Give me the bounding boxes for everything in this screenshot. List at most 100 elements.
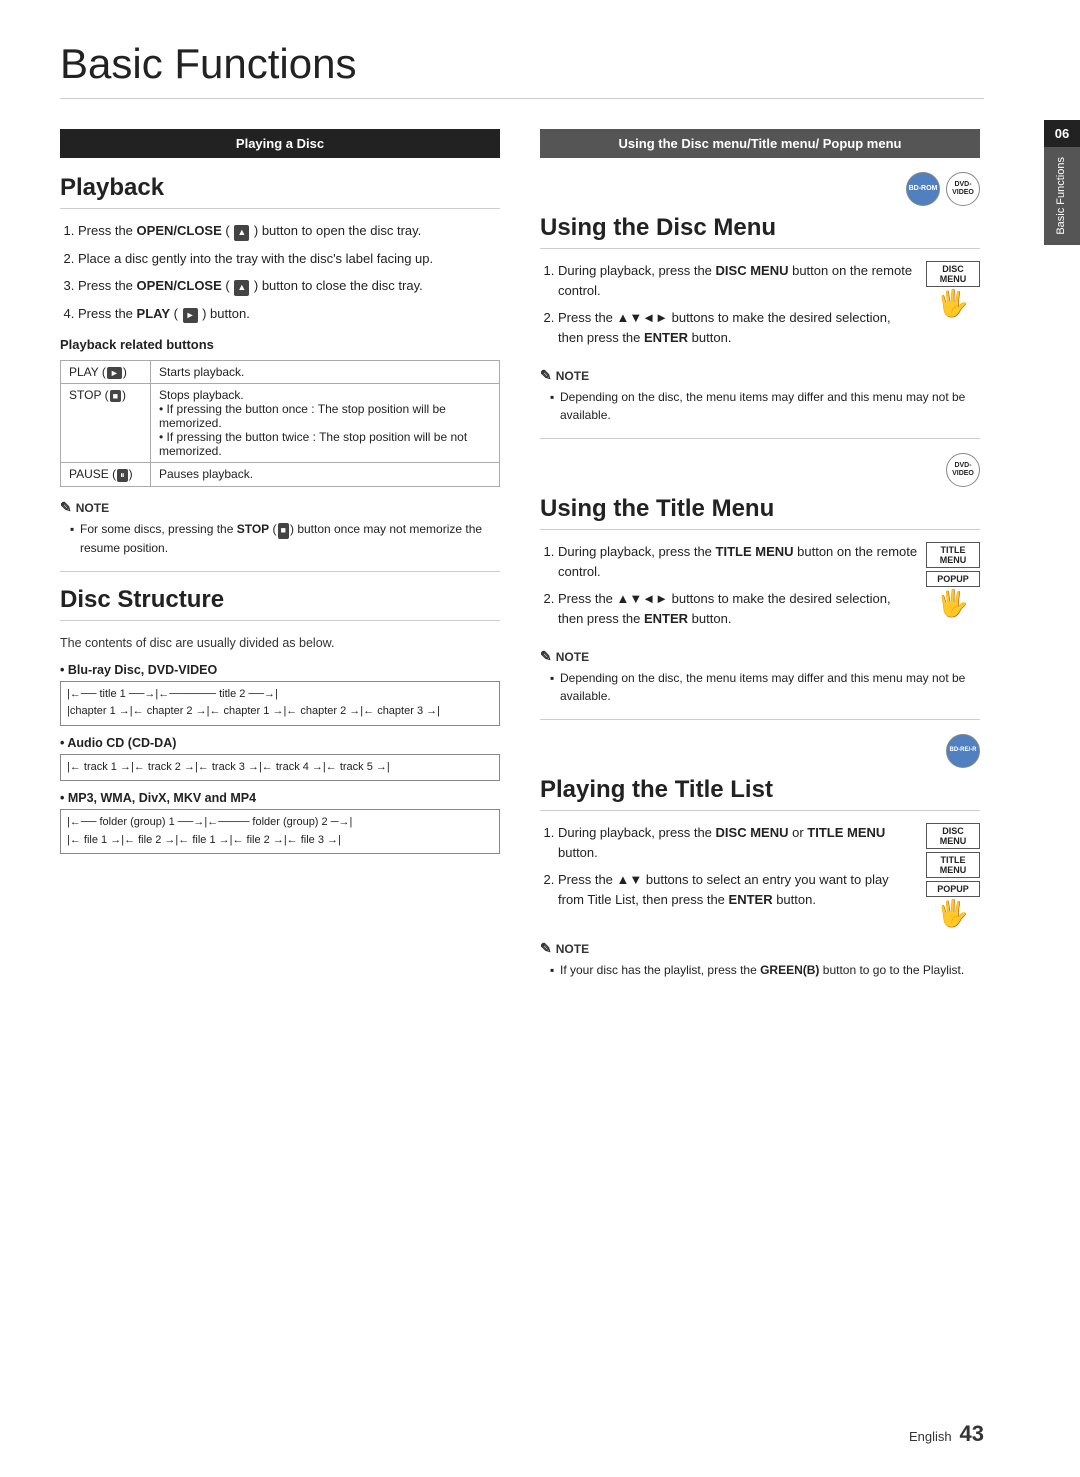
- title-menu-note-list: Depending on the disc, the menu items ma…: [540, 669, 980, 705]
- disc-icons-disc-menu: BD-ROM DVD-VIDEO: [540, 172, 980, 206]
- two-col-layout: Playing a Disc Playback Press the OPEN/C…: [60, 129, 984, 989]
- disc-menu-btn-label: DISC MENU: [926, 261, 980, 287]
- bluray-diagram: |←── title 1 ──→|←────── title 2 ──→| |c…: [60, 681, 500, 726]
- title-list-step-2: Press the ▲▼ buttons to select an entry …: [558, 870, 918, 909]
- disc-structure-section: Disc Structure The contents of disc are …: [60, 586, 500, 855]
- disc-menu-note: ✎ NOTE Depending on the disc, the menu i…: [540, 367, 980, 424]
- audiocd-diagram-row: |← track 1 →|← track 2 →|← track 3 →|← t…: [67, 759, 493, 777]
- footer: English 43: [0, 1421, 1044, 1447]
- disc-menu-step-2: Press the ▲▼◄► buttons to make the desir…: [558, 308, 918, 347]
- dvdvideo-icon: DVD-VIDEO: [946, 172, 980, 206]
- title-list-content: During playback, press the DISC MENU or …: [540, 823, 980, 930]
- disc-menu-title: Using the Disc Menu: [540, 214, 980, 249]
- title-list-note-pencil-icon: ✎: [540, 940, 552, 957]
- play-desc-cell: Starts playback.: [151, 361, 500, 384]
- title-list-steps: During playback, press the DISC MENU or …: [540, 823, 918, 909]
- title-list-step-1: During playback, press the DISC MENU or …: [558, 823, 918, 862]
- page-container: 06 Basic Functions Basic Functions Playi…: [0, 0, 1080, 1477]
- playback-note: ✎ NOTE For some discs, pressing the STOP…: [60, 499, 500, 557]
- disc-menu-steps-wrap: During playback, press the DISC MENU but…: [540, 261, 918, 357]
- disc-menu-note-item-1: Depending on the disc, the menu items ma…: [550, 388, 980, 424]
- title-menu-step-1: During playback, press the TITLE MENU bu…: [558, 542, 918, 581]
- title-menu-note-title: ✎ NOTE: [540, 648, 980, 665]
- disc-icons-title-menu: DVD-VIDEO: [540, 453, 980, 487]
- disc-icons-title-list: BD-RE/-R: [540, 734, 980, 768]
- title-list-note-item-1: If your disc has the playlist, press the…: [550, 961, 980, 979]
- playing-disc-header: Playing a Disc: [60, 129, 500, 158]
- stop-button-cell: STOP (■): [61, 384, 151, 463]
- disc-menu-remote: DISC MENU 🖐: [926, 261, 980, 353]
- bluray-diagram-row1: |←── title 1 ──→|←────── title 2 ──→|: [67, 686, 493, 704]
- divider-2: [540, 438, 980, 439]
- title-menu-note-item-1: Depending on the disc, the menu items ma…: [550, 669, 980, 705]
- disc-menu-section: BD-ROM DVD-VIDEO Using the Disc Menu Dur…: [540, 172, 980, 424]
- disc-structure-title: Disc Structure: [60, 586, 500, 621]
- footer-page-info: English 43: [909, 1421, 984, 1447]
- bdrom-icon: BD-ROM: [906, 172, 940, 206]
- mp3-diagram: |←── folder (group) 1 ──→|←──── folder (…: [60, 809, 500, 854]
- title-list-section: BD-RE/-R Playing the Title List During p…: [540, 734, 980, 979]
- title-list-popup-label: POPUP: [926, 881, 980, 897]
- title-menu-step-2: Press the ▲▼◄► buttons to make the desir…: [558, 589, 918, 628]
- title-list-note-label: NOTE: [556, 942, 589, 956]
- table-row-pause: PAUSE (⏸) Pauses playback.: [61, 463, 500, 487]
- title-list-note-list: If your disc has the playlist, press the…: [540, 961, 980, 979]
- title-menu-steps: During playback, press the TITLE MENU bu…: [540, 542, 918, 628]
- playback-note-item-1: For some discs, pressing the STOP (■) bu…: [70, 520, 500, 557]
- disc-menu-steps: During playback, press the DISC MENU but…: [540, 261, 918, 347]
- audiocd-diagram: |← track 1 →|← track 2 →|← track 3 →|← t…: [60, 754, 500, 782]
- bluray-diagram-row2: |chapter 1 →|← chapter 2 →|← chapter 1 →…: [67, 703, 493, 721]
- table-row-stop: STOP (■) Stops playback. If pressing the…: [61, 384, 500, 463]
- popup-btn-label: POPUP: [926, 571, 980, 587]
- playback-step-1: Press the OPEN/CLOSE ( ▲ ) button to ope…: [78, 221, 500, 241]
- title-menu-steps-wrap: During playback, press the TITLE MENU bu…: [540, 542, 918, 638]
- note-pencil-icon: ✎: [60, 499, 72, 516]
- buttons-subtitle: Playback related buttons: [60, 337, 500, 352]
- title-list-hand-icon: 🖐: [937, 900, 969, 926]
- playback-note-list: For some discs, pressing the STOP (■) bu…: [60, 520, 500, 557]
- footer-page-number: 43: [960, 1421, 984, 1446]
- title-list-disc-menu-label: DISC MENU: [926, 823, 980, 849]
- pause-button-cell: PAUSE (⏸): [61, 463, 151, 487]
- stop-desc-item-1: If pressing the button once : The stop p…: [159, 402, 491, 430]
- playback-step-3: Press the OPEN/CLOSE ( ▲ ) button to clo…: [78, 276, 500, 296]
- table-row-play: PLAY (►) Starts playback.: [61, 361, 500, 384]
- disc-menu-step-1: During playback, press the DISC MENU but…: [558, 261, 918, 300]
- bdre-icon: BD-RE/-R: [946, 734, 980, 768]
- disc-structure-intro: The contents of disc are usually divided…: [60, 633, 500, 653]
- title-menu-remote: TITLE MENU POPUP 🖐: [926, 542, 980, 634]
- playback-step-2: Place a disc gently into the tray with t…: [78, 249, 500, 269]
- playback-step-4: Press the PLAY ( ► ) button.: [78, 304, 500, 324]
- title-menu-section: DVD-VIDEO Using the Title Menu During pl…: [540, 453, 980, 705]
- divider-3: [540, 719, 980, 720]
- note-label: NOTE: [76, 501, 109, 515]
- disc-type-audiocd: Audio CD (CD-DA): [60, 736, 500, 750]
- disc-menu-note-pencil-icon: ✎: [540, 367, 552, 384]
- title-list-steps-wrap: During playback, press the DISC MENU or …: [540, 823, 918, 930]
- title-menu-hand-icon: 🖐: [937, 590, 969, 616]
- title-list-title: Playing the Title List: [540, 776, 980, 811]
- disc-type-bluray: Blu-ray Disc, DVD-VIDEO: [60, 663, 500, 677]
- play-button-cell: PLAY (►): [61, 361, 151, 384]
- left-column: Playing a Disc Playback Press the OPEN/C…: [60, 129, 500, 989]
- disc-menu-note-title: ✎ NOTE: [540, 367, 980, 384]
- title-menu-note: ✎ NOTE Depending on the disc, the menu i…: [540, 648, 980, 705]
- stop-desc-item-2: If pressing the button twice : The stop …: [159, 430, 491, 458]
- title-list-remote: DISC MENU TITLE MENU POPUP 🖐: [926, 823, 980, 926]
- side-tab: 06 Basic Functions: [1044, 120, 1080, 245]
- right-section-header: Using the Disc menu/Title menu/ Popup me…: [540, 129, 980, 158]
- right-header-text: Using the Disc menu/Title menu/ Popup me…: [619, 136, 902, 151]
- playback-title: Playback: [60, 174, 500, 209]
- dvdvideo-icon2: DVD-VIDEO: [946, 453, 980, 487]
- disc-menu-note-list: Depending on the disc, the menu items ma…: [540, 388, 980, 424]
- disc-type-mp3: MP3, WMA, DivX, MKV and MP4: [60, 791, 500, 805]
- title-menu-note-pencil-icon: ✎: [540, 648, 552, 665]
- disc-menu-content: During playback, press the DISC MENU but…: [540, 261, 980, 357]
- title-list-note-title: ✎ NOTE: [540, 940, 980, 957]
- page-title: Basic Functions: [60, 40, 984, 99]
- chapter-number: 06: [1044, 120, 1080, 147]
- title-menu-btn-label: TITLE MENU: [926, 542, 980, 568]
- title-list-note: ✎ NOTE If your disc has the playlist, pr…: [540, 940, 980, 979]
- right-column: Using the Disc menu/Title menu/ Popup me…: [540, 129, 980, 989]
- main-content: Basic Functions Playing a Disc Playback …: [0, 0, 1044, 1477]
